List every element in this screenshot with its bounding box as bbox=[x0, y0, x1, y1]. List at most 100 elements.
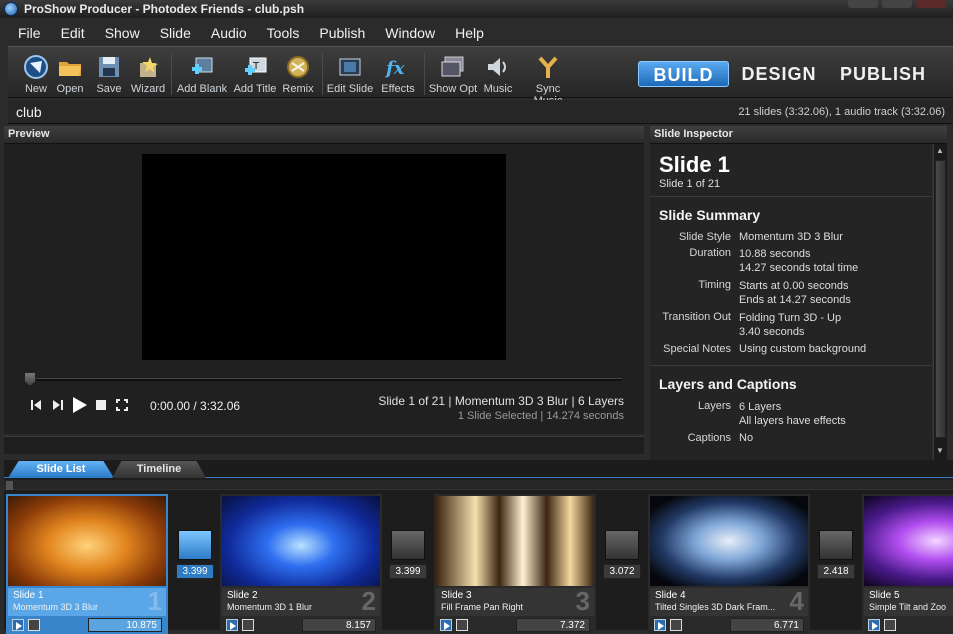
playback-track[interactable] bbox=[26, 378, 622, 381]
playback-scrubber[interactable] bbox=[24, 372, 36, 386]
layers-value[interactable]: 6 Layers bbox=[739, 400, 846, 414]
slide-item-2[interactable]: Slide 2 Momentum 3D 1 Blur 2 8.157 bbox=[220, 494, 382, 634]
transition-effect-icon[interactable] bbox=[178, 530, 212, 560]
scrollbar-thumb[interactable] bbox=[935, 160, 946, 438]
transition-duration[interactable]: 3.399 bbox=[389, 564, 427, 579]
menu-bar: File Edit Show Slide Audio Tools Publish… bbox=[8, 22, 953, 44]
selection-info: 1 Slide Selected | 14.274 seconds bbox=[457, 410, 624, 422]
slide-name: Slide 5 bbox=[869, 590, 900, 601]
slide-style-link[interactable]: Momentum 3D 3 Blur bbox=[739, 231, 843, 243]
transition-duration[interactable]: 2.418 bbox=[817, 564, 855, 579]
captions-value[interactable]: No bbox=[739, 432, 753, 444]
slide-meta: Slide 4 Tilted Singles 3D Dark Fram... 4 bbox=[650, 586, 808, 616]
slide-style-row: Slide Style Momentum 3D 3 Blur bbox=[659, 231, 923, 243]
menu-window[interactable]: Window bbox=[375, 25, 445, 41]
transition-2[interactable]: 3.399 bbox=[389, 530, 427, 579]
play-slide-icon[interactable] bbox=[226, 619, 238, 631]
slide-list-ruler bbox=[4, 480, 953, 490]
slide-thumbnail[interactable] bbox=[8, 496, 166, 586]
menu-tools[interactable]: Tools bbox=[257, 25, 310, 41]
transition-duration[interactable]: 3.072 bbox=[603, 564, 641, 579]
slide-thumbnail[interactable] bbox=[222, 496, 380, 586]
menu-help[interactable]: Help bbox=[445, 25, 494, 41]
slide-thumbnail[interactable] bbox=[650, 496, 808, 586]
remix-button[interactable]: Remix bbox=[270, 51, 326, 95]
menu-edit[interactable]: Edit bbox=[51, 25, 95, 41]
duration-total[interactable]: 14.27 seconds total time bbox=[739, 261, 858, 275]
play-slide-icon[interactable] bbox=[12, 619, 24, 631]
slide-thumbnail[interactable] bbox=[436, 496, 594, 586]
layers-effects[interactable]: All layers have effects bbox=[739, 414, 846, 428]
layers-icon[interactable] bbox=[884, 619, 896, 631]
next-icon[interactable] bbox=[52, 399, 64, 411]
bottom-tabs: Slide List Timeline bbox=[4, 460, 953, 478]
slide-footer: 6.771 bbox=[650, 618, 808, 634]
duration-link[interactable]: 10.88 seconds 14.27 seconds total time bbox=[739, 247, 858, 275]
slide-style: Simple Tilt and Zoo bbox=[869, 602, 947, 612]
slide-thumbnail[interactable] bbox=[864, 496, 953, 586]
music-button[interactable]: Music bbox=[470, 51, 526, 95]
slide-list: Slide 1 Momentum 3D 3 Blur 1 10.875 3.39… bbox=[4, 478, 953, 634]
show-bar: club 21 slides (3:32.06), 1 audio track … bbox=[8, 100, 953, 124]
open-label: Open bbox=[56, 83, 84, 95]
slide-item-4[interactable]: Slide 4 Tilted Singles 3D Dark Fram... 4… bbox=[648, 494, 810, 634]
transition-4[interactable]: 2.418 bbox=[817, 530, 855, 579]
play-slide-icon[interactable] bbox=[654, 619, 666, 631]
menu-file[interactable]: File bbox=[8, 25, 51, 41]
duration-value[interactable]: 10.88 seconds bbox=[739, 247, 858, 261]
publish-mode-button[interactable]: PUBLISH bbox=[838, 61, 928, 87]
transition-effect-icon[interactable] bbox=[391, 530, 425, 560]
minimize-button[interactable] bbox=[848, 0, 878, 8]
slide-item-3[interactable]: Slide 3 Fill Frame Pan Right 3 7.372 bbox=[434, 494, 596, 634]
layers-row: Layers 6 Layers All layers have effects bbox=[659, 400, 923, 428]
add-blank-button[interactable]: Add Blank bbox=[174, 51, 230, 95]
maximize-button[interactable] bbox=[882, 0, 912, 8]
slide-item-5[interactable]: Slide 5 Simple Tilt and Zoo bbox=[862, 494, 953, 634]
music-label: Music bbox=[483, 83, 513, 95]
speaker-icon bbox=[488, 58, 506, 76]
notes-row: Special Notes Using custom background bbox=[659, 343, 923, 355]
wizard-button[interactable]: Wizard bbox=[120, 51, 176, 95]
stop-icon[interactable] bbox=[95, 399, 107, 411]
inspector-scrollbar[interactable]: ▲ ▼ bbox=[933, 144, 947, 460]
build-mode-button[interactable]: BUILD bbox=[638, 61, 729, 87]
layers-icon[interactable] bbox=[456, 619, 468, 631]
menu-publish[interactable]: Publish bbox=[309, 25, 375, 41]
design-mode-button[interactable]: DESIGN bbox=[738, 61, 820, 87]
add-blank-label: Add Blank bbox=[176, 83, 228, 95]
scroll-up-icon[interactable]: ▲ bbox=[936, 146, 944, 155]
layers-link[interactable]: 6 Layers All layers have effects bbox=[739, 400, 846, 428]
layers-icon[interactable] bbox=[670, 619, 682, 631]
slide-number: 2 bbox=[361, 586, 376, 616]
preview-slide-info: Slide 1 of 21 | Momentum 3D 3 Blur | 6 L… bbox=[378, 394, 624, 422]
transition-1[interactable]: 3.399 bbox=[176, 530, 214, 579]
show-name[interactable]: club bbox=[16, 104, 42, 120]
ruler-knob[interactable] bbox=[6, 481, 13, 490]
sync-music-button[interactable]: Sync Music bbox=[520, 51, 576, 107]
layers-icon[interactable] bbox=[242, 619, 254, 631]
fullscreen-icon[interactable] bbox=[116, 399, 128, 411]
play-icon[interactable] bbox=[72, 396, 88, 414]
play-slide-icon[interactable] bbox=[868, 619, 880, 631]
slide-style: Fill Frame Pan Right bbox=[441, 602, 524, 612]
transition-effect-icon[interactable] bbox=[605, 530, 639, 560]
transition-3[interactable]: 3.072 bbox=[603, 530, 641, 579]
transition-duration[interactable]: 3.399 bbox=[176, 564, 214, 579]
play-slide-icon[interactable] bbox=[440, 619, 452, 631]
effects-button[interactable]: fx Effects bbox=[370, 51, 426, 95]
timing-row: Timing Starts at 0.00 seconds Ends at 14… bbox=[659, 279, 923, 307]
close-button[interactable] bbox=[916, 0, 946, 8]
previous-icon[interactable] bbox=[30, 399, 42, 411]
slide-item-1[interactable]: Slide 1 Momentum 3D 3 Blur 1 10.875 bbox=[6, 494, 168, 634]
slide-number: 3 bbox=[575, 586, 590, 616]
menu-audio[interactable]: Audio bbox=[201, 25, 257, 41]
tab-slide-list[interactable]: Slide List bbox=[8, 461, 114, 478]
notes-link[interactable]: Using custom background bbox=[739, 343, 866, 355]
transition-effect-icon[interactable] bbox=[819, 530, 853, 560]
layers-icon[interactable] bbox=[28, 619, 40, 631]
transition-duration: 3.40 seconds bbox=[739, 326, 805, 338]
menu-show[interactable]: Show bbox=[95, 25, 150, 41]
scroll-down-icon[interactable]: ▼ bbox=[936, 446, 944, 455]
tab-timeline[interactable]: Timeline bbox=[112, 461, 206, 478]
menu-slide[interactable]: Slide bbox=[150, 25, 201, 41]
